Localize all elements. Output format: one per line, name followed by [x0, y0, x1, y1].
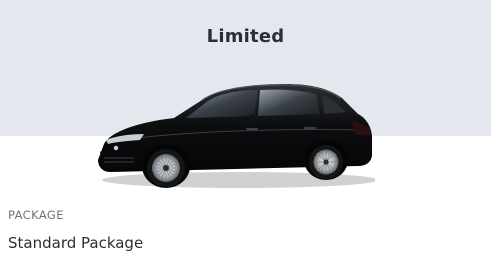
car-image — [98, 84, 375, 188]
package-label: PACKAGE — [8, 208, 64, 222]
trim-card[interactable]: Limited PACKAGE Standard Package — [0, 0, 491, 260]
trim-title: Limited — [206, 26, 285, 47]
package-value: Standard Package — [8, 234, 144, 252]
